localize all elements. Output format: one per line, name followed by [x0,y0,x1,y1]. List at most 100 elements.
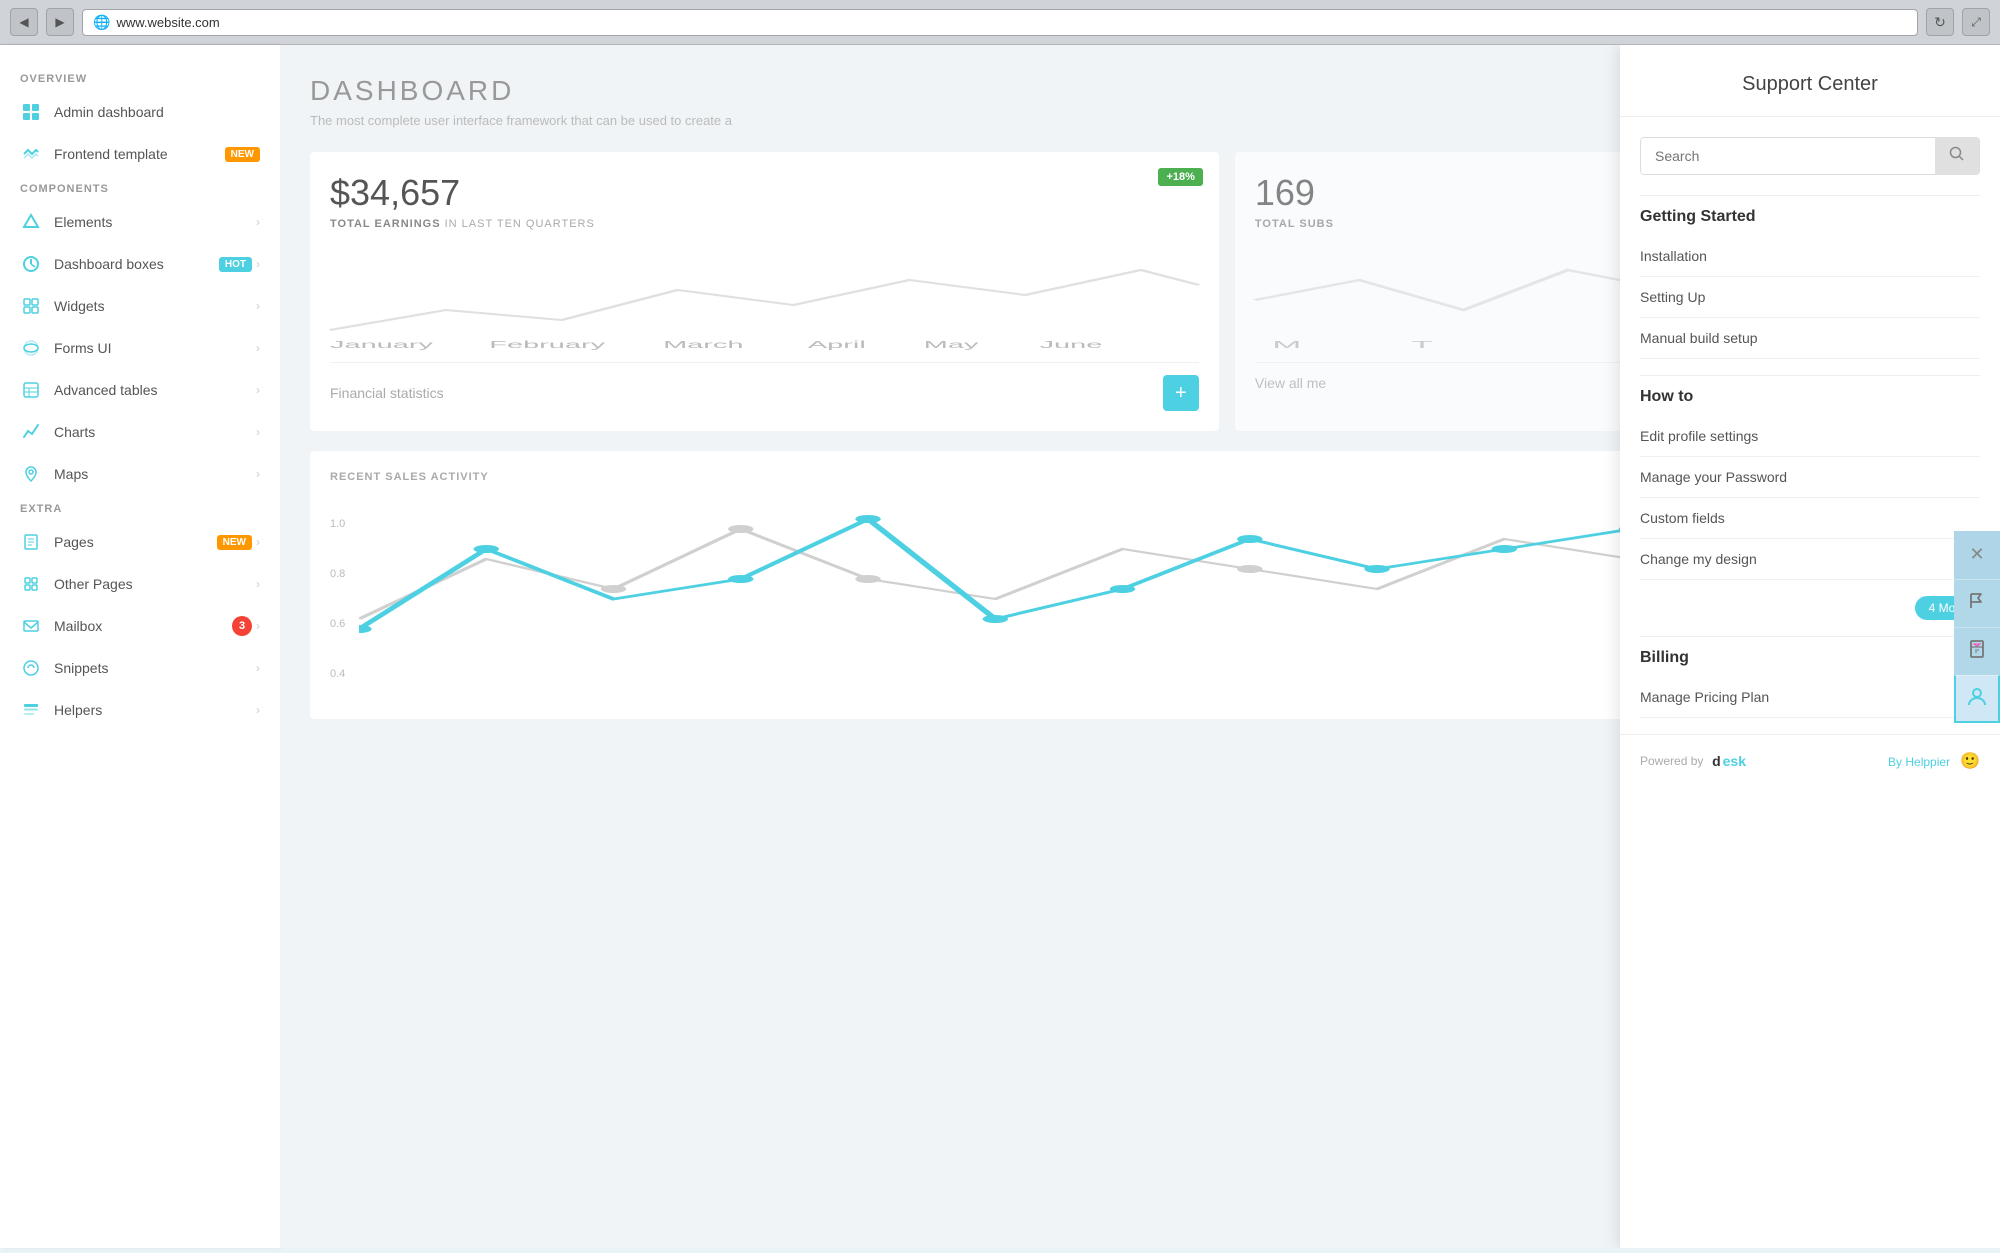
helppier-row: By Helppier 🙂 [1888,751,1980,771]
powered-by-text: Powered by [1640,754,1703,768]
support-footer: Powered by desk By Helppier 🙂 [1620,734,2000,787]
main-content: DASHBOARD The most complete user interfa… [280,45,2000,1248]
helppier-link[interactable]: By Helppier [1888,755,1950,769]
change-design-link[interactable]: Change my design [1640,539,1980,580]
pages-badge: NEW [217,535,252,550]
mailbox-icon [20,615,42,637]
how-to-title: How to [1640,375,1980,416]
pages-label: Pages [54,534,211,550]
helpers-label: Helpers [54,702,252,718]
url-text: www.website.com [116,15,219,30]
expand-button[interactable]: ⤢ [1962,8,1990,36]
forms-ui-chevron: › [256,341,260,355]
support-center-panel: Support Center Getting Started Installat… [1620,45,2000,1248]
manual-build-link[interactable]: Manual build setup [1640,318,1980,359]
other-pages-label: Other Pages [54,576,252,592]
right-buttons-panel: ✕ [1954,531,2000,723]
dashboard-boxes-badge: HOT [219,257,252,272]
custom-fields-link[interactable]: Custom fields [1640,498,1980,539]
forms-ui-label: Forms UI [54,340,252,356]
sidebar-item-snippets[interactable]: Snippets › [0,647,280,689]
bookmark-icon [1967,639,1987,664]
sidebar-item-helpers[interactable]: Helpers › [0,689,280,731]
advanced-tables-label: Advanced tables [54,382,252,398]
earnings-badge: +18% [1158,168,1202,186]
setting-up-link[interactable]: Setting Up [1640,277,1980,318]
support-search-input[interactable] [1641,138,1935,174]
overview-section-label: OVERVIEW [0,65,280,91]
close-panel-button[interactable]: ✕ [1954,531,2000,579]
earnings-label: TOTAL EARNINGS IN LAST TEN QUARTERS [330,218,1199,230]
maps-icon [20,463,42,485]
helpers-chevron: › [256,703,260,717]
powered-by-row: Powered by desk [1640,753,1746,769]
chart-y2: 0.8 [330,549,345,599]
sidebar-item-maps[interactable]: Maps › [0,453,280,495]
sidebar-item-dashboard-boxes[interactable]: Dashboard boxes HOT › [0,243,280,285]
sidebar-item-forms-ui[interactable]: Forms UI › [0,327,280,369]
charts-chevron: › [256,425,260,439]
reload-button[interactable]: ↻ [1926,8,1954,36]
forms-ui-icon [20,337,42,359]
advanced-tables-icon [20,379,42,401]
svg-text:April: April [808,339,866,351]
charts-label: Charts [54,424,252,440]
sidebar-item-admin-dashboard[interactable]: Admin dashboard [0,91,280,133]
edit-profile-link[interactable]: Edit profile settings [1640,416,1980,457]
svg-text:M: M [1272,339,1301,350]
admin-dashboard-label: Admin dashboard [54,104,260,120]
dashboard-boxes-icon [20,253,42,275]
extra-section-label: EXTRA [0,495,280,521]
installation-link[interactable]: Installation [1640,236,1980,277]
earnings-value: $34,657 [330,172,1199,214]
elements-icon [20,211,42,233]
other-pages-chevron: › [256,577,260,591]
pages-chevron: › [256,535,260,549]
sidebar-item-frontend-template[interactable]: Frontend template NEW [0,133,280,175]
manage-password-link[interactable]: Manage your Password [1640,457,1980,498]
address-bar: 🌐 www.website.com [82,9,1918,36]
sidebar-item-pages[interactable]: Pages NEW › [0,521,280,563]
browser-chrome: ◀ ▶ 🌐 www.website.com ↻ ⤢ [0,0,2000,45]
globe-icon: 🌐 [93,14,110,31]
mailbox-count: 3 [232,616,252,636]
components-section-label: COMPONENTS [0,175,280,201]
sidebar: OVERVIEW Admin dashboard Frontend templa… [0,45,280,1248]
svg-text:January: January [330,339,433,351]
helpers-icon [20,699,42,721]
support-search-box [1640,137,1980,175]
earnings-action-row: Financial statistics + [330,362,1199,411]
support-search-button[interactable] [1935,138,1979,174]
sidebar-item-elements[interactable]: Elements › [0,201,280,243]
sidebar-item-advanced-tables[interactable]: Advanced tables › [0,369,280,411]
desk-logo: desk [1707,753,1746,769]
elements-chevron: › [256,215,260,229]
sidebar-item-charts[interactable]: Charts › [0,411,280,453]
bookmark-button[interactable] [1954,627,2000,675]
getting-started-section: Getting Started Installation Setting Up … [1620,195,2000,375]
svg-text:February: February [489,339,605,351]
flag-icon [1967,591,1987,616]
profile-button[interactable] [1954,675,2000,723]
app-container: OVERVIEW Admin dashboard Frontend templa… [0,45,2000,1248]
forward-button[interactable]: ▶ [46,8,74,36]
add-earnings-button[interactable]: + [1163,375,1199,411]
sidebar-item-widgets[interactable]: Widgets › [0,285,280,327]
advanced-tables-chevron: › [256,383,260,397]
dashboard-boxes-chevron: › [256,257,260,271]
widgets-chevron: › [256,299,260,313]
widgets-label: Widgets [54,298,252,314]
sidebar-item-other-pages[interactable]: Other Pages › [0,563,280,605]
earnings-chart: January February March April May June [330,250,1199,350]
snippets-chevron: › [256,661,260,675]
widgets-icon [20,295,42,317]
pages-icon [20,531,42,553]
mailbox-chevron: › [256,619,260,633]
sidebar-item-mailbox[interactable]: Mailbox 3 › [0,605,280,647]
chart-y4: 0.4 [330,649,345,699]
pricing-plan-link[interactable]: Manage Pricing Plan [1640,677,1980,718]
back-button[interactable]: ◀ [10,8,38,36]
flag-button[interactable] [1954,579,2000,627]
support-search-row [1620,117,2000,195]
admin-dashboard-icon [20,101,42,123]
